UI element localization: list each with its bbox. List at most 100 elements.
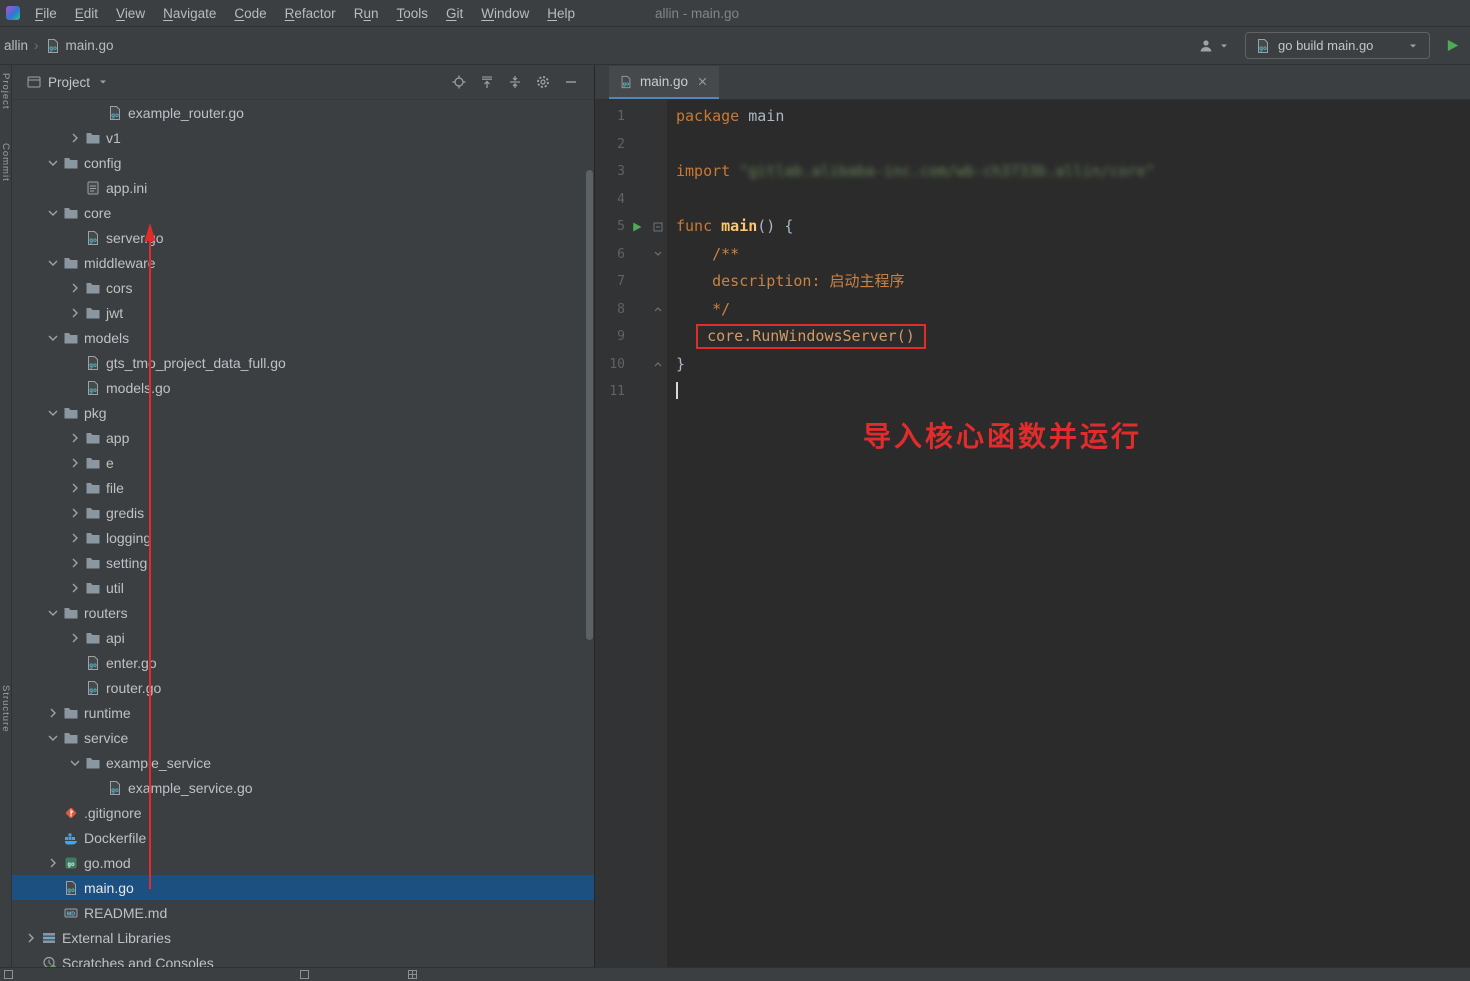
tree-item[interactable]: Scratches and Consoles [12, 950, 594, 967]
tree-item[interactable]: gredis [12, 500, 594, 525]
chevron-right-icon[interactable] [44, 854, 62, 872]
line-number[interactable]: 4 [595, 186, 625, 214]
chevron-right-icon[interactable] [66, 304, 84, 322]
tree-item[interactable]: logging [12, 525, 594, 550]
tree-item[interactable]: go enter.go [12, 650, 594, 675]
chevron-right-icon[interactable] [66, 579, 84, 597]
chevron-down-icon[interactable] [44, 204, 62, 222]
chevron-right-icon[interactable] [66, 504, 84, 522]
line-number[interactable]: 1 [595, 103, 625, 131]
project-panel-title[interactable]: Project [48, 75, 90, 90]
menu-code[interactable]: Code [225, 0, 275, 27]
locate-file-button[interactable] [448, 71, 470, 93]
run-main-icon[interactable] [625, 221, 649, 233]
tree-item[interactable]: file [12, 475, 594, 500]
tree-item[interactable]: setting [12, 550, 594, 575]
tree-item[interactable]: go main.go [12, 875, 594, 900]
tree-item[interactable]: go router.go [12, 675, 594, 700]
code-line[interactable]: 5 func main() { [595, 213, 1470, 241]
tree-item[interactable]: go server.go [12, 225, 594, 250]
fold-marker-icon[interactable] [649, 249, 667, 259]
line-number[interactable]: 9 [595, 323, 625, 351]
tree-item[interactable]: go go.mod [12, 850, 594, 875]
menu-navigate[interactable]: Navigate [154, 0, 225, 27]
menu-help[interactable]: Help [538, 0, 584, 27]
code-line[interactable]: 3 import "gitlab.alibaba-inc.com/wb-ch373… [595, 158, 1470, 186]
hide-panel-button[interactable] [560, 71, 582, 93]
chevron-down-icon[interactable] [96, 75, 110, 89]
breadcrumb-file[interactable]: go main.go [45, 38, 114, 54]
chevron-right-icon[interactable] [44, 704, 62, 722]
chevron-down-icon[interactable] [44, 154, 62, 172]
tree-item[interactable]: go gts_tmo_project_data_full.go [12, 350, 594, 375]
code-line[interactable]: 1 package main [595, 103, 1470, 131]
chevron-down-icon[interactable] [44, 729, 62, 747]
tree-item[interactable]: External Libraries [12, 925, 594, 950]
tree-item[interactable]: pkg [12, 400, 594, 425]
tree-item[interactable]: go example_service.go [12, 775, 594, 800]
menu-git[interactable]: Git [437, 0, 472, 27]
fold-marker-icon[interactable] [649, 304, 667, 314]
tree-item[interactable]: routers [12, 600, 594, 625]
line-number[interactable]: 11 [595, 378, 625, 406]
code-line[interactable]: 7 description: 启动主程序 [595, 268, 1470, 296]
line-number[interactable]: 5 [595, 213, 625, 241]
chevron-down-icon[interactable] [44, 254, 62, 272]
menu-file[interactable]: File [26, 0, 66, 27]
chevron-right-icon[interactable] [66, 429, 84, 447]
status-widget-icon[interactable] [4, 970, 13, 979]
code-line[interactable]: 9 core.RunWindowsServer() [595, 323, 1470, 351]
tree-item[interactable]: cors [12, 275, 594, 300]
tree-item[interactable]: models [12, 325, 594, 350]
tree-item[interactable]: jwt [12, 300, 594, 325]
tree-item[interactable]: app [12, 425, 594, 450]
line-number[interactable]: 2 [595, 131, 625, 159]
code-line[interactable]: 10} [595, 351, 1470, 379]
chevron-down-icon[interactable] [44, 604, 62, 622]
chevron-down-icon[interactable] [44, 329, 62, 347]
close-icon[interactable] [695, 75, 709, 89]
fold-marker-icon[interactable] [649, 359, 667, 369]
chevron-right-icon[interactable] [66, 279, 84, 297]
status-grid-icon[interactable] [408, 970, 417, 979]
code-line[interactable]: 11 [595, 378, 1470, 406]
user-account-button[interactable] [1198, 38, 1231, 54]
fold-marker-icon[interactable] [649, 222, 667, 232]
settings-gear-icon[interactable] [532, 71, 554, 93]
tree-item[interactable]: util [12, 575, 594, 600]
editor-body[interactable]: 1 package main 2 3 import "gitlab.alibaba-in… [595, 100, 1470, 967]
run-configuration-select[interactable]: go go build main.go [1245, 32, 1430, 59]
collapse-all-button[interactable] [476, 71, 498, 93]
project-tree[interactable]: go example_router.go v1 config app.ini core go… [12, 100, 594, 967]
line-number[interactable]: 6 [595, 241, 625, 269]
line-number[interactable]: 7 [595, 268, 625, 296]
breadcrumb-project[interactable]: allin [4, 38, 28, 53]
tree-item[interactable]: middleware [12, 250, 594, 275]
line-number[interactable]: 3 [595, 158, 625, 186]
chevron-right-icon[interactable] [66, 554, 84, 572]
tree-item[interactable]: runtime [12, 700, 594, 725]
tool-window-button-project[interactable]: Project [0, 73, 11, 110]
tree-item[interactable]: Dockerfile [12, 825, 594, 850]
run-button[interactable] [1444, 38, 1460, 54]
chevron-right-icon[interactable] [66, 629, 84, 647]
code-area[interactable]: 1 package main 2 3 import "gitlab.alibaba-in… [595, 100, 1470, 406]
tree-item[interactable]: config [12, 150, 594, 175]
tree-item[interactable]: .gitignore [12, 800, 594, 825]
chevron-down-icon[interactable] [66, 754, 84, 772]
status-widget-icon[interactable] [300, 970, 309, 979]
chevron-right-icon[interactable] [22, 929, 40, 947]
tree-item[interactable]: go example_router.go [12, 100, 594, 125]
tab-main-go[interactable]: go main.go [609, 66, 720, 99]
code-line[interactable]: 8 */ [595, 296, 1470, 324]
project-scrollbar[interactable] [586, 170, 593, 640]
tool-window-button-commit[interactable]: Commit [0, 143, 11, 182]
chevron-right-icon[interactable] [66, 454, 84, 472]
chevron-right-icon[interactable] [66, 129, 84, 147]
menu-tools[interactable]: Tools [387, 0, 437, 27]
tree-item[interactable]: go models.go [12, 375, 594, 400]
expand-collapse-button[interactable] [504, 71, 526, 93]
menu-edit[interactable]: Edit [66, 0, 107, 27]
tool-window-button-structure[interactable]: Structure [0, 685, 11, 733]
code-line[interactable]: 6 /** [595, 241, 1470, 269]
